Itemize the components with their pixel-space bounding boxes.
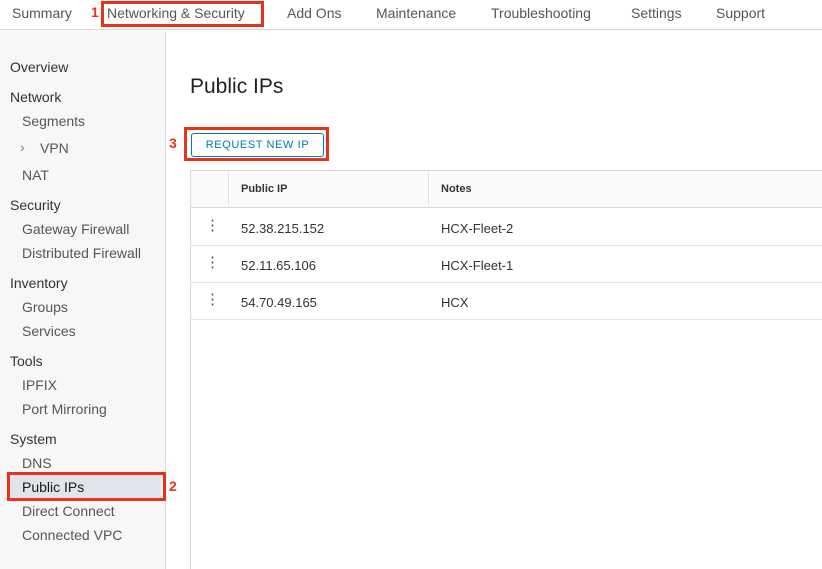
notes-cell: HCX-Fleet-1 [441,258,514,273]
tab-support[interactable]: Support [716,5,765,21]
sidebar-item-connected-vpc[interactable]: Connected VPC [22,527,122,543]
column-divider [428,171,429,208]
public-ip-cell: 52.38.215.152 [241,221,325,236]
sidebar: Overview Network Segments › VPN NAT Secu… [0,31,166,569]
sidebar-item-dns[interactable]: DNS [22,455,52,471]
annotation-step-2: 2 [169,478,177,494]
sidebar-item-public-ips[interactable]: Public IPs [10,475,161,499]
tab-networking-security[interactable]: Networking & Security [107,5,245,21]
table-header: Public IP Notes [191,171,822,208]
sidebar-item-services[interactable]: Services [22,323,76,339]
tab-summary[interactable]: Summary [12,5,72,21]
request-new-ip-button[interactable]: REQUEST NEW IP [191,133,324,157]
sidebar-header-inventory: Inventory [10,275,68,291]
sidebar-item-vpn[interactable]: VPN [40,140,69,156]
table-row[interactable]: ⋮ 52.11.65.106 HCX-Fleet-1 [191,246,822,283]
sidebar-item-direct-connect[interactable]: Direct Connect [22,503,115,519]
row-actions-icon[interactable]: ⋮ [205,255,220,270]
sidebar-item-segments[interactable]: Segments [22,113,85,129]
chevron-right-icon[interactable]: › [20,139,25,155]
sidebar-item-port-mirroring[interactable]: Port Mirroring [22,401,107,417]
sidebar-header-network: Network [10,89,62,105]
sidebar-item-gateway-firewall[interactable]: Gateway Firewall [22,221,129,237]
sidebar-header-security: Security [10,197,61,213]
tab-maintenance[interactable]: Maintenance [376,5,456,21]
sidebar-item-groups[interactable]: Groups [22,299,68,315]
notes-cell: HCX-Fleet-2 [441,221,514,236]
table-row[interactable]: ⋮ 54.70.49.165 HCX [191,283,822,320]
column-divider [228,171,229,208]
sidebar-item-label: Public IPs [22,479,85,495]
sidebar-item-distributed-firewall[interactable]: Distributed Firewall [22,245,141,261]
tab-settings[interactable]: Settings [631,5,682,21]
tab-troubleshooting[interactable]: Troubleshooting [491,5,591,21]
sidebar-item-nat[interactable]: NAT [22,167,49,183]
annotation-step-1: 1 [91,4,99,20]
main-content: Public IPs REQUEST NEW IP Public IP Note… [167,31,822,569]
sidebar-header-tools: Tools [10,353,43,369]
row-actions-icon[interactable]: ⋮ [205,292,220,307]
public-ip-cell: 54.70.49.165 [241,295,317,310]
column-header-public-ip[interactable]: Public IP [241,183,287,195]
row-actions-icon[interactable]: ⋮ [205,218,220,233]
table-row[interactable]: ⋮ 52.38.215.152 HCX-Fleet-2 [191,209,822,246]
page-title: Public IPs [190,75,284,98]
annotation-step-3: 3 [169,135,177,151]
public-ip-cell: 52.11.65.106 [241,258,316,273]
sidebar-item-ipfix[interactable]: IPFIX [22,377,57,393]
sidebar-header-system: System [10,431,57,447]
tab-add-ons[interactable]: Add Ons [287,5,341,21]
column-header-notes[interactable]: Notes [441,183,472,195]
sidebar-item-overview[interactable]: Overview [10,59,68,75]
top-nav: Summary Networking & Security Add Ons Ma… [0,0,822,30]
public-ip-table: Public IP Notes ⋮ 52.38.215.152 HCX-Flee… [190,170,822,569]
notes-cell: HCX [441,295,469,310]
